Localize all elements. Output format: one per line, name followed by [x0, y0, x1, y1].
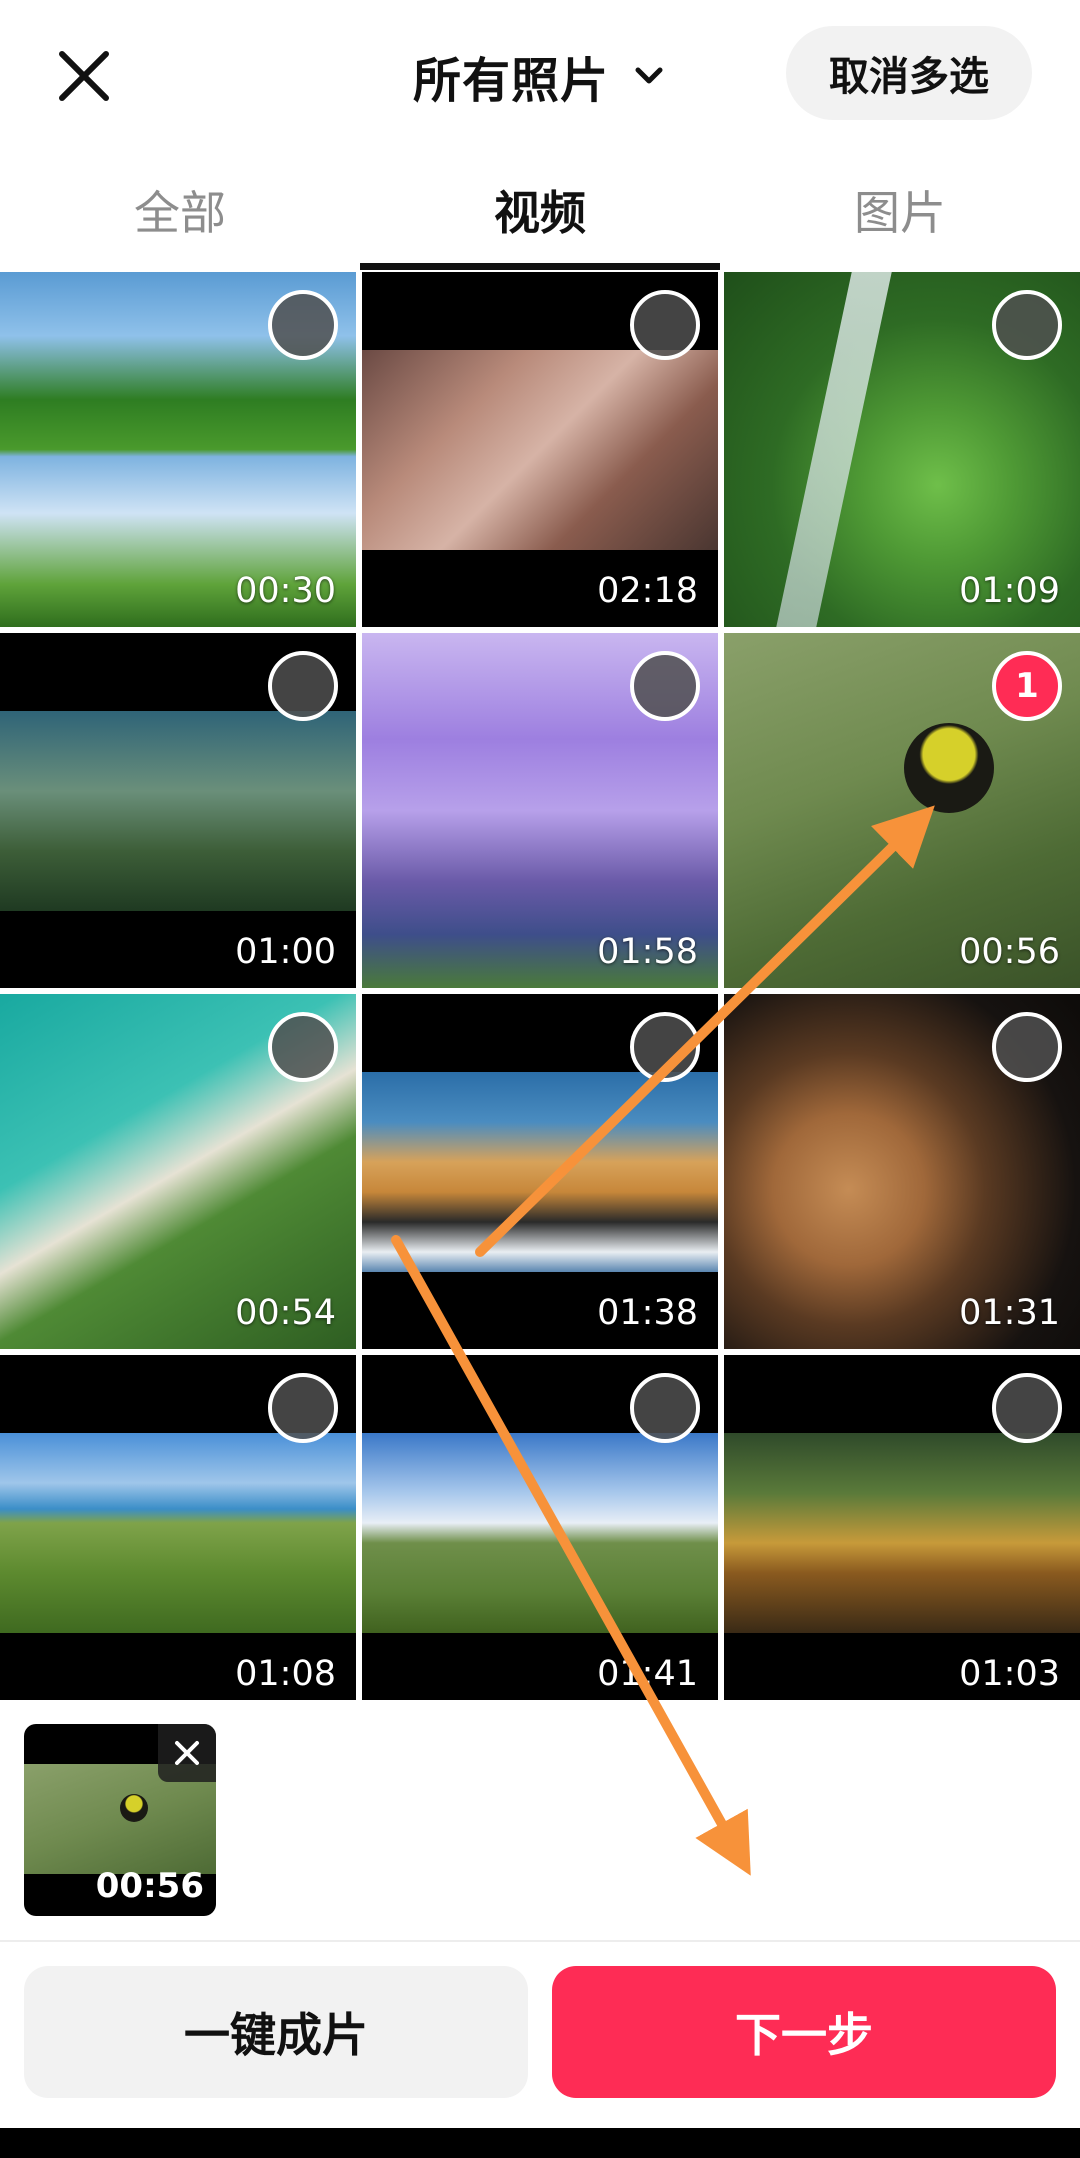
video-duration: 01:09	[959, 571, 1060, 611]
select-circle[interactable]	[268, 1373, 338, 1443]
tab-photos[interactable]: 图片	[720, 150, 1080, 270]
video-duration: 01:58	[597, 932, 698, 972]
video-duration: 00:54	[235, 1293, 336, 1333]
grid-item-9[interactable]: 01:31	[724, 994, 1080, 1349]
video-thumbnail	[362, 350, 718, 550]
video-duration: 01:38	[597, 1293, 698, 1333]
grid-item-8[interactable]: 01:38	[362, 994, 718, 1349]
grid-item-6[interactable]: 1 00:56	[724, 633, 1080, 988]
video-duration: 02:18	[597, 571, 698, 611]
select-circle[interactable]	[630, 290, 700, 360]
media-grid: 00:30 02:18 01:09 01:00 01:58 1 00:56 00…	[0, 272, 1080, 1710]
remove-selected-button[interactable]	[158, 1724, 216, 1782]
select-circle[interactable]	[268, 651, 338, 721]
media-type-tabs: 全部 视频 图片	[0, 150, 1080, 270]
footer: 一键成片 下一步	[0, 1942, 1080, 2128]
header: 所有照片 取消多选	[0, 0, 1080, 150]
select-circle[interactable]	[992, 290, 1062, 360]
grid-item-4[interactable]: 01:00	[0, 633, 356, 988]
video-thumbnail	[362, 1433, 718, 1633]
select-circle[interactable]	[992, 1373, 1062, 1443]
selected-tray: 00:56	[0, 1700, 1080, 1940]
next-step-button[interactable]: 下一步	[552, 1966, 1056, 2098]
grid-item-7[interactable]: 00:54	[0, 994, 356, 1349]
select-circle[interactable]	[630, 1373, 700, 1443]
select-circle[interactable]	[992, 1012, 1062, 1082]
selected-duration: 00:56	[95, 1866, 204, 1906]
video-thumbnail	[0, 711, 356, 911]
video-duration: 01:31	[959, 1293, 1060, 1333]
select-circle[interactable]	[630, 1012, 700, 1082]
active-tab-indicator	[360, 263, 720, 270]
tab-videos[interactable]: 视频	[360, 150, 720, 270]
select-circle[interactable]	[268, 1012, 338, 1082]
grid-item-1[interactable]: 00:30	[0, 272, 356, 627]
video-thumbnail	[0, 1433, 356, 1633]
system-nav-bar	[0, 2128, 1080, 2158]
select-circle[interactable]	[268, 290, 338, 360]
chevron-down-icon	[635, 67, 663, 84]
select-circle-selected[interactable]: 1	[992, 651, 1062, 721]
page-title: 所有照片	[412, 53, 609, 109]
video-duration: 01:00	[235, 932, 336, 972]
cancel-multiselect-button[interactable]: 取消多选	[786, 26, 1032, 120]
tab-all[interactable]: 全部	[0, 150, 360, 270]
video-thumbnail	[724, 1433, 1080, 1633]
selected-item[interactable]: 00:56	[24, 1724, 216, 1916]
grid-item-2[interactable]: 02:18	[362, 272, 718, 627]
bird-shape	[120, 1794, 148, 1822]
grid-item-5[interactable]: 01:58	[362, 633, 718, 988]
grid-item-12[interactable]: 01:03	[724, 1355, 1080, 1710]
video-thumbnail	[362, 1072, 718, 1272]
video-duration: 00:56	[959, 932, 1060, 972]
video-duration: 01:03	[959, 1654, 1060, 1694]
remove-icon	[175, 1741, 199, 1765]
video-duration: 00:30	[235, 571, 336, 611]
grid-item-3[interactable]: 01:09	[724, 272, 1080, 627]
one-click-create-button[interactable]: 一键成片	[24, 1966, 528, 2098]
grid-item-11[interactable]: 01:41	[362, 1355, 718, 1710]
video-duration: 01:08	[235, 1654, 336, 1694]
select-circle[interactable]	[630, 651, 700, 721]
bird-shape	[904, 723, 994, 813]
grid-item-10[interactable]: 01:08	[0, 1355, 356, 1710]
video-duration: 01:41	[597, 1654, 698, 1694]
